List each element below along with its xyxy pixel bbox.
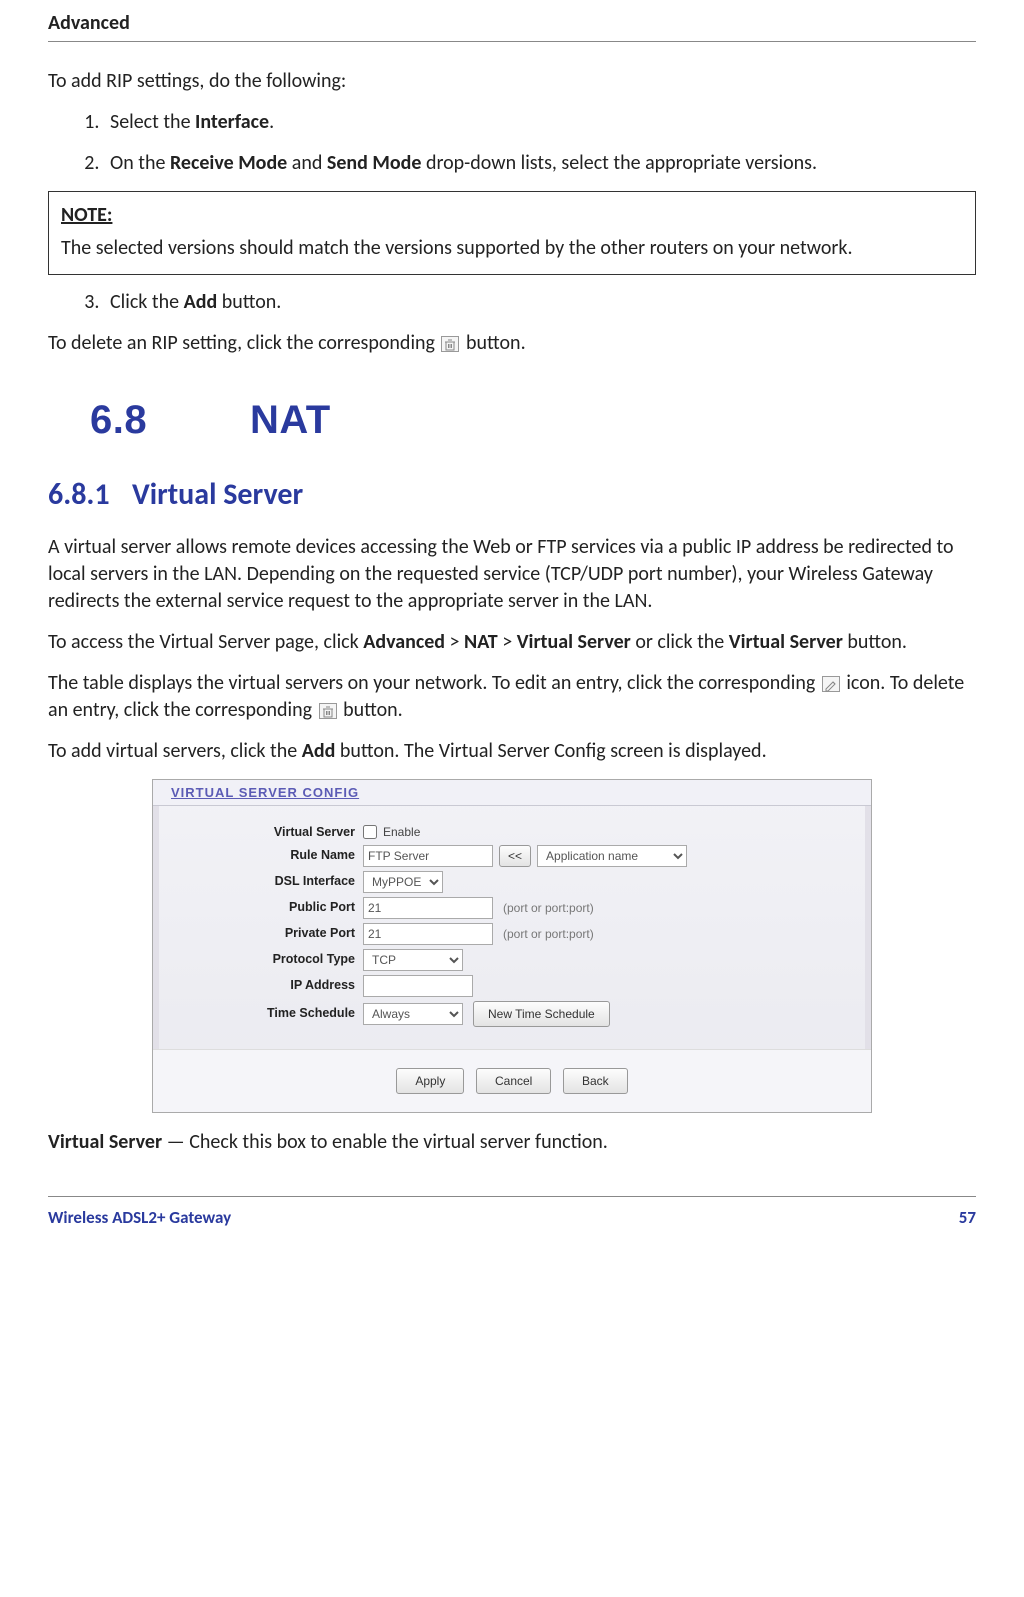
input-ip-address[interactable] [363,975,473,997]
page-header: Advanced [48,10,976,42]
button-copy-rule[interactable]: << [499,845,531,867]
button-cancel[interactable]: Cancel [476,1068,551,1094]
intro-text: To add RIP settings, do the following: [48,68,976,95]
virtual-server-access-path: To access the Virtual Server page, click… [48,629,976,656]
vs-access-d: NAT [464,630,498,654]
step-2: On the Receive Mode and Send Mode drop-d… [104,150,976,177]
virtual-server-add-info: To add virtual servers, click the Add bu… [48,738,976,765]
row-rule-name: Rule Name << Application name [163,845,861,867]
vs-access-i: button. [843,630,907,654]
label-time-schedule: Time Schedule [163,1005,363,1022]
note-text: The selected versions should match the v… [61,236,853,260]
vs-access-c: > [445,630,464,654]
vs-access-b: Advanced [363,630,445,654]
step-2-e: drop-down lists, select the appropriate … [421,151,817,175]
select-time-schedule[interactable]: Always [363,1003,463,1025]
row-public-port: Public Port (port or port:port) [163,897,861,919]
delete-rip-a: To delete an RIP setting, click the corr… [48,331,439,355]
label-rule-name: Rule Name [163,847,363,864]
section-heading-6-8: 6.8NAT [90,393,976,447]
hint-public-port: (port or port:port) [503,900,594,916]
screenshot-button-row: Apply Cancel Back [153,1049,871,1112]
label-virtual-server: Virtual Server [163,824,363,841]
row-time-schedule: Time Schedule Always New Time Schedule [163,1001,861,1027]
label-dsl-interface: DSL Interface [163,873,363,890]
label-public-port: Public Port [163,899,363,916]
input-public-port[interactable] [363,897,493,919]
virtual-server-config-screenshot: VIRTUAL SERVER CONFIG Virtual Server Ena… [152,779,872,1113]
row-ip-address: IP Address [163,975,861,997]
vs-table-c: button. [339,698,403,722]
step-3-a: Click the [110,290,184,314]
step-2-b: Receive Mode [170,151,287,175]
screenshot-title-row: VIRTUAL SERVER CONFIG [153,780,871,807]
vs-access-e: > [498,630,517,654]
virtual-server-enable-description: Virtual Server — Check this box to enabl… [48,1129,976,1156]
label-ip-address: IP Address [163,977,363,994]
row-dsl-interface: DSL Interface MyPPOE [163,871,861,893]
delete-rip-b: button. [461,331,525,355]
footer-page-number: 57 [959,1207,976,1230]
text-enable: Enable [383,824,420,840]
section-number: 6.8 [90,393,250,447]
label-private-port: Private Port [163,925,363,942]
step-1-text-c: . [269,110,274,134]
row-protocol-type: Protocol Type TCP [163,949,861,971]
step-2-a: On the [110,151,170,175]
page-footer: Wireless ADSL2+ Gateway 57 [48,1196,976,1230]
virtual-server-description: A virtual server allows remote devices a… [48,534,976,615]
step-3: Click the Add button. [104,289,976,316]
step-1: Select the Interface. [104,109,976,136]
step-1-text-a: Select the [110,110,195,134]
step-2-c: and [287,151,327,175]
page-header-text: Advanced [48,11,130,35]
footer-left: Wireless ADSL2+ Gateway [48,1207,231,1230]
screenshot-body: Virtual Server Enable Rule Name << Appli… [153,806,871,1035]
input-private-port[interactable] [363,923,493,945]
screenshot-title: VIRTUAL SERVER CONFIG [171,785,359,800]
button-apply[interactable]: Apply [396,1068,464,1094]
vs-access-a: To access the Virtual Server page, click [48,630,363,654]
vs-access-h: Virtual Server [729,630,843,654]
checkbox-virtual-server-enable[interactable] [363,825,377,839]
trash-icon [441,336,459,352]
note-label: NOTE: [61,202,963,229]
section-title: NAT [250,398,331,442]
vs-access-g: or click the [631,630,729,654]
select-protocol-type[interactable]: TCP [363,949,463,971]
step-2-d: Send Mode [327,151,422,175]
label-protocol-type: Protocol Type [163,951,363,968]
vs-add-c: button. The Virtual Server Config screen… [335,739,766,763]
row-private-port: Private Port (port or port:port) [163,923,861,945]
step-3-c: button. [217,290,281,314]
input-rule-name[interactable] [363,845,493,867]
vs-add-b: Add [302,739,336,763]
row-virtual-server: Virtual Server Enable [163,824,861,841]
vs-enable-rest: — Check this box to enable the virtual s… [162,1130,608,1154]
section-heading-6-8-1: 6.8.1Virtual Server [48,475,976,516]
step-3-b: Add [184,290,218,314]
trash-icon [319,703,337,719]
vs-enable-bold: Virtual Server [48,1130,162,1154]
steps-list: Select the Interface. On the Receive Mod… [104,109,976,177]
hint-private-port: (port or port:port) [503,926,594,942]
delete-rip-text: To delete an RIP setting, click the corr… [48,330,976,357]
subsection-number: 6.8.1 [48,475,132,516]
select-application-name[interactable]: Application name [537,845,687,867]
vs-table-a: The table displays the virtual servers o… [48,671,820,695]
vs-add-a: To add virtual servers, click the [48,739,302,763]
subsection-title: Virtual Server [132,476,303,513]
button-new-time-schedule[interactable]: New Time Schedule [473,1001,610,1027]
steps-list-continued: Click the Add button. [104,289,976,316]
edit-icon [822,676,840,692]
vs-access-f: Virtual Server [517,630,631,654]
button-back[interactable]: Back [563,1068,628,1094]
virtual-server-table-info: The table displays the virtual servers o… [48,670,976,724]
select-dsl-interface[interactable]: MyPPOE [363,871,443,893]
step-1-bold: Interface [195,110,269,134]
note-box: NOTE: The selected versions should match… [48,191,976,275]
